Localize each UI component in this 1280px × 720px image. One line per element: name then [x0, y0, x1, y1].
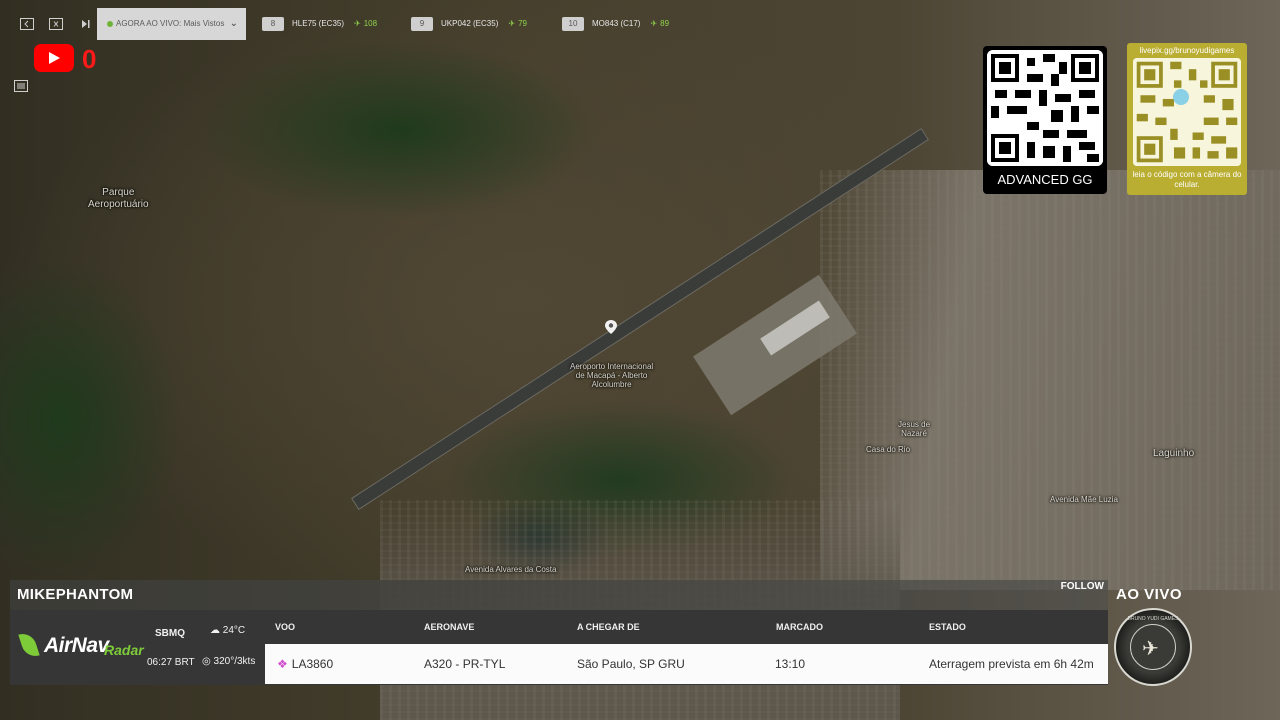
qr-code-icon — [1133, 58, 1241, 166]
wind-value: 320°/3kts — [213, 656, 256, 667]
map-label-park: Parque Aeroportuário — [88, 187, 149, 210]
map-label-street: Avenida Alvares da Costa — [465, 565, 557, 574]
flight-count: 108 — [363, 19, 378, 28]
live-view-select[interactable]: AGORA AO VIVO: Mais Vistos ⌄ — [97, 8, 246, 40]
livepix-logo-icon — [1173, 89, 1189, 105]
flight-callsign: UKP042 (EC35) — [441, 19, 499, 28]
temperature-value: 24°C — [222, 625, 246, 636]
plane-icon: ✈ — [650, 19, 658, 28]
column-header-status: ESTADO — [929, 622, 966, 632]
livepix-caption: leia o código com a câmera do celular. — [1132, 170, 1242, 189]
aircraft-cell: A320 - PR-TYL — [424, 657, 506, 671]
panel-header: MIKEPHANTOM FOLLOW — [10, 580, 1108, 610]
weather-icon: ☁ — [210, 625, 220, 636]
qr-code-icon — [987, 50, 1103, 166]
flight-chip[interactable]: 9 UKP042 (EC35) ✈ 79 — [411, 17, 527, 31]
origin-cell: São Paulo, SP GRU — [577, 657, 685, 671]
tracker-username: MIKEPHANTOM — [17, 586, 134, 603]
flight-count: 89 — [660, 19, 670, 28]
map-label-laguinho: Laguinho — [1153, 448, 1195, 459]
follow-button[interactable]: FOLLOW — [1061, 581, 1104, 592]
column-header-scheduled: MARCADO — [776, 622, 823, 632]
badge-ring-text: BRUNO YUDI GAMES — [1127, 616, 1179, 622]
flight-cell: ❖ LA3860 — [277, 657, 333, 671]
plane-icon: ✈ — [354, 19, 361, 28]
airport-code: SBMQ — [155, 628, 185, 639]
flight-callsign: MO843 (C17) — [592, 19, 641, 28]
map-pin-icon[interactable] — [605, 320, 617, 334]
flight-rank: 9 — [411, 17, 433, 31]
live-label: AO VIVO — [1116, 586, 1183, 603]
column-header-flight: VOO — [275, 622, 296, 632]
airnav-leaf-icon — [18, 630, 40, 660]
flight-chip[interactable]: 10 MO843 (C17) ✈ 89 — [562, 17, 669, 31]
map-label-jesus: Jesus de Nazaré — [898, 420, 931, 438]
skip-next-icon[interactable] — [77, 16, 93, 32]
map-label-poi: Casa do Rio — [866, 445, 911, 454]
list-panel-icon[interactable] — [14, 80, 28, 95]
flight-row[interactable]: ❖ LA3860 A320 - PR-TYL São Paulo, SP GRU … — [265, 644, 1108, 684]
map-label-airport: Aeroporto Internacional de Macapá - Albe… — [570, 362, 654, 389]
chevron-down-icon: ⌄ — [229, 18, 238, 29]
youtube-count: 0 — [82, 44, 97, 74]
collapse-icon[interactable] — [19, 16, 35, 32]
channel-badge: BRUNO YUDI GAMES ✈ — [1114, 608, 1192, 686]
youtube-logo-icon — [34, 44, 74, 72]
column-header-aircraft: AERONAVE — [424, 622, 475, 632]
column-header-from: A CHEGAR DE — [577, 622, 640, 632]
flight-rank: 8 — [262, 17, 284, 31]
close-panel-icon[interactable] — [48, 16, 64, 32]
livepix-url: livepix.gg/brunoyudigames — [1139, 46, 1235, 55]
live-view-label: AGORA AO VIVO: Mais Vistos — [116, 19, 225, 28]
scheduled-cell: 13:10 — [775, 657, 806, 671]
flight-callsign: HLE75 (EC35) — [292, 19, 345, 28]
local-time: 06:27 BRT — [147, 657, 195, 668]
flight-rank: 10 — [562, 17, 584, 31]
top-toolbar: AGORA AO VIVO: Mais Vistos ⌄ 8 HLE75 (EC3… — [0, 8, 900, 40]
flight-panel: AirNav Radar SBMQ 06:27 BRT ☁ 24°C ◎ 320… — [10, 610, 1108, 685]
advanced-qr-card: ADVANCED GG — [983, 46, 1107, 194]
plane-icon: ✈ — [508, 19, 516, 28]
plane-icon: ✈ — [1142, 638, 1159, 660]
map-label-street-2: Avenida Mãe Luzia — [1050, 495, 1118, 504]
wind-icon: ◎ — [202, 656, 211, 667]
flight-count: 79 — [518, 19, 527, 28]
airnav-brand-suffix: Radar — [104, 642, 144, 658]
airnav-logo: AirNav Radar — [18, 630, 144, 666]
flight-number: LA3860 — [291, 657, 334, 671]
airline-tail-icon: ❖ — [277, 657, 288, 671]
live-dot-icon — [107, 20, 113, 27]
airnav-brand: AirNav — [44, 634, 109, 657]
advanced-qr-label: ADVANCED GG — [997, 172, 1093, 187]
livepix-qr-card: livepix.gg/brunoyudigames leia o código … — [1127, 43, 1247, 195]
flight-chip[interactable]: 8 HLE75 (EC35) ✈ 108 — [262, 17, 377, 31]
temperature: ☁ 24°C — [210, 625, 245, 636]
status-cell: Aterragem prevista em 6h 42m — [929, 657, 1094, 671]
wind: ◎ 320°/3kts — [202, 656, 255, 667]
